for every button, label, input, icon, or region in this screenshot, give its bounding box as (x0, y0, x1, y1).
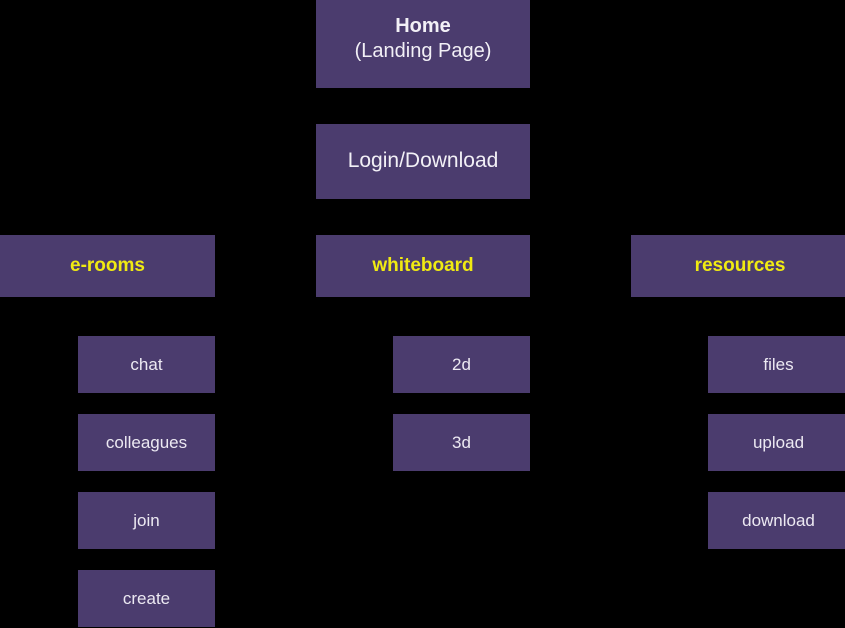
node-leaf-create-label: create (122, 588, 171, 608)
node-home-text: Home (Landing Page) (355, 14, 492, 64)
node-home-title: Home (395, 15, 451, 37)
node-leaf-files-label: files (763, 354, 794, 374)
node-section-whiteboard-label: whiteboard (372, 255, 474, 277)
node-leaf-colleagues[interactable]: colleagues (78, 414, 215, 471)
node-leaf-2d[interactable]: 2d (393, 336, 530, 393)
node-leaf-2d-label: 2d (452, 354, 471, 374)
node-leaf-colleagues-label: colleagues (105, 432, 188, 452)
sitemap-diagram: Home (Landing Page) Login/Download e-roo… (0, 0, 845, 628)
node-leaf-download[interactable]: download (708, 492, 845, 549)
node-leaf-download-label: download (742, 510, 815, 530)
node-home[interactable]: Home (Landing Page) (316, 0, 530, 88)
node-section-resources[interactable]: resources (631, 235, 845, 297)
node-leaf-files[interactable]: files (708, 336, 845, 393)
node-leaf-chat[interactable]: chat (78, 336, 215, 393)
node-section-resources-label: resources (694, 255, 786, 277)
node-section-whiteboard[interactable]: whiteboard (316, 235, 530, 297)
node-leaf-upload[interactable]: upload (708, 414, 845, 471)
node-home-subtitle: (Landing Page) (354, 40, 492, 62)
node-section-e-rooms-label: e-rooms (70, 255, 145, 277)
node-leaf-upload-label: upload (752, 432, 805, 452)
node-login-download-label: Login/Download (347, 149, 499, 173)
node-leaf-create[interactable]: create (78, 570, 215, 627)
node-leaf-3d-label: 3d (452, 432, 471, 452)
node-login-download[interactable]: Login/Download (316, 124, 530, 199)
node-leaf-chat-label: chat (130, 354, 163, 374)
node-leaf-3d[interactable]: 3d (393, 414, 530, 471)
node-leaf-join-label: join (133, 510, 160, 530)
node-section-e-rooms[interactable]: e-rooms (0, 235, 215, 297)
node-leaf-join[interactable]: join (78, 492, 215, 549)
